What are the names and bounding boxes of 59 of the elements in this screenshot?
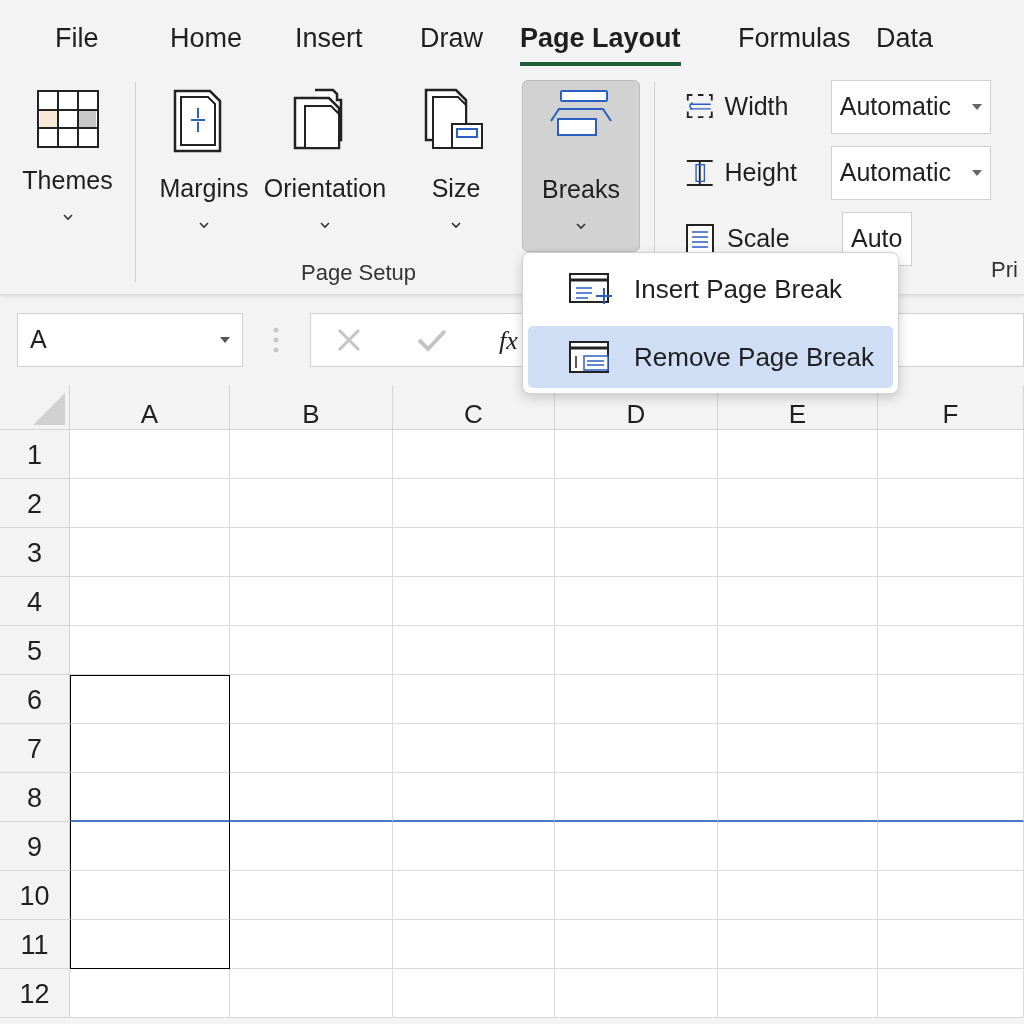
ribbon-tab[interactable]: Formulas bbox=[738, 20, 851, 66]
cell[interactable] bbox=[70, 675, 230, 724]
cell[interactable] bbox=[70, 920, 230, 969]
cell[interactable] bbox=[70, 871, 230, 920]
field-label: Height bbox=[724, 157, 798, 189]
dropdown-arrow-icon bbox=[220, 337, 230, 343]
group-label: Page Setup bbox=[301, 260, 416, 285]
row-header[interactable]: 4 bbox=[0, 577, 70, 626]
field-label: Scale bbox=[727, 223, 791, 255]
row-header[interactable]: 10 bbox=[0, 871, 70, 920]
ribbon-tab[interactable]: Page Layout bbox=[520, 20, 681, 66]
close-icon bbox=[337, 328, 361, 352]
dimension-icon bbox=[685, 157, 715, 189]
chevron-icon bbox=[320, 221, 330, 229]
ribbon-button[interactable]: Size bbox=[396, 80, 516, 252]
cell[interactable] bbox=[70, 724, 230, 773]
page-break-icon bbox=[568, 272, 614, 306]
ribbon-button[interactable]: Breaks bbox=[522, 80, 640, 252]
menu-item[interactable]: Remove Page Break bbox=[528, 326, 893, 388]
name-box[interactable]: A bbox=[17, 313, 243, 367]
row-header[interactable]: 12 bbox=[0, 969, 70, 1018]
grid-icon bbox=[36, 90, 99, 148]
themes-button[interactable]: Themes bbox=[22, 90, 113, 221]
ribbon-tab[interactable]: Home bbox=[170, 20, 243, 66]
ribbon-tab[interactable]: Data bbox=[876, 20, 934, 66]
field-label: Width bbox=[724, 91, 790, 123]
row-header[interactable]: 1 bbox=[0, 430, 70, 479]
cell[interactable] bbox=[70, 773, 230, 822]
dropdown-arrow-icon bbox=[972, 170, 982, 176]
dropdown-field[interactable]: Automatic bbox=[830, 146, 991, 200]
row-header[interactable]: 8 bbox=[0, 773, 70, 822]
cancel-button[interactable] bbox=[337, 328, 361, 352]
insert-function-button[interactable]: fx bbox=[499, 320, 518, 360]
grip-icon bbox=[273, 327, 279, 353]
dropdown-arrow-icon bbox=[972, 104, 982, 110]
row-header[interactable]: 9 bbox=[0, 822, 70, 871]
row-header[interactable]: 6 bbox=[0, 675, 70, 724]
checkmark-icon bbox=[417, 328, 447, 352]
column-header[interactable]: A bbox=[70, 385, 230, 430]
cell[interactable] bbox=[70, 822, 230, 871]
row-header[interactable]: 3 bbox=[0, 528, 70, 577]
row-header[interactable]: 11 bbox=[0, 920, 70, 969]
column-header[interactable]: B bbox=[230, 385, 393, 430]
ribbon-tab[interactable]: Draw bbox=[420, 20, 483, 66]
ribbon-button[interactable]: Margins bbox=[154, 80, 254, 252]
chevron-icon bbox=[451, 221, 461, 229]
select-all-icon bbox=[33, 393, 65, 425]
row-header[interactable]: 5 bbox=[0, 626, 70, 675]
row-header[interactable]: 7 bbox=[0, 724, 70, 773]
ribbon-tab[interactable]: Insert bbox=[295, 20, 363, 66]
dropdown-field[interactable]: Automatic bbox=[830, 80, 991, 134]
group-label: Pri bbox=[991, 256, 1018, 284]
ribbon-tab[interactable]: File bbox=[55, 20, 99, 66]
chevron-icon bbox=[199, 221, 209, 229]
chevron-icon bbox=[62, 213, 73, 221]
ribbon-button[interactable]: Orientation bbox=[260, 80, 390, 252]
chevron-icon bbox=[576, 222, 586, 230]
row-header[interactable]: 2 bbox=[0, 479, 70, 528]
enter-button[interactable] bbox=[417, 328, 447, 352]
